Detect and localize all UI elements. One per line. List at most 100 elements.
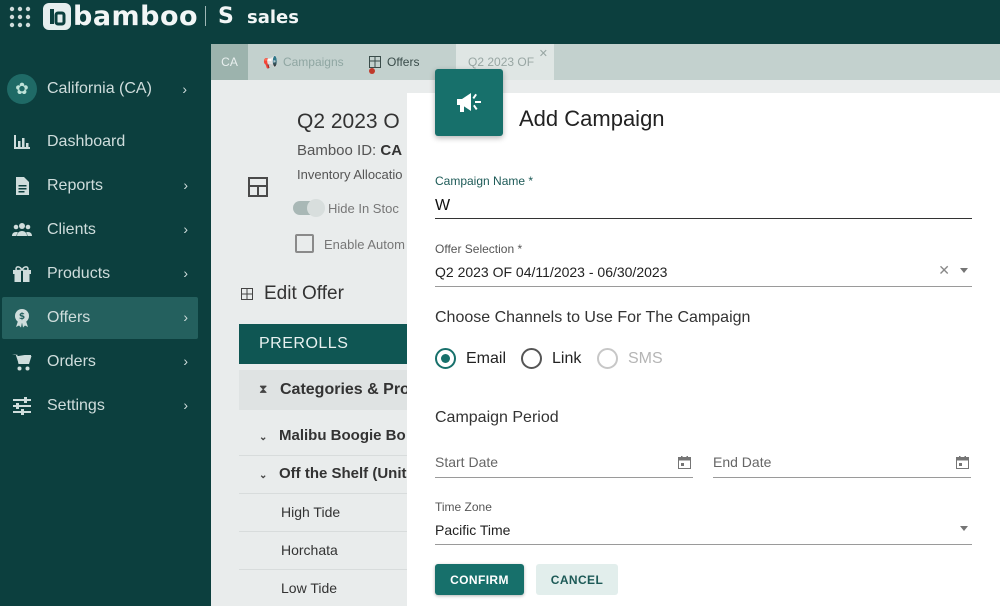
sidebar-item-label: Offers: [47, 309, 91, 326]
tab-label: Q2 2023 OF: [468, 55, 535, 69]
divider: [239, 569, 407, 570]
end-date-field[interactable]: End Date: [713, 448, 971, 478]
bamboo-id: Bamboo ID: CA: [297, 142, 402, 159]
brand-name: bamboo: [73, 1, 199, 32]
cart-icon: [12, 354, 32, 371]
list-item-label: Malibu Boogie Bo: [279, 427, 406, 444]
radio-label: Email: [466, 350, 507, 367]
state-label: California (CA): [47, 80, 152, 97]
bamboo-id-label: Bamboo ID:: [297, 142, 377, 159]
start-date-field[interactable]: Start Date: [435, 448, 693, 478]
offer-grid-icon: [248, 177, 268, 197]
list-item-label: Off the Shelf (Units: [279, 465, 407, 482]
sidebar-item-products[interactable]: Products ›: [2, 253, 198, 295]
channel-link-radio[interactable]: Link: [521, 347, 591, 371]
edit-offer-heading: Edit Offer: [264, 283, 344, 304]
chevron-right-icon: ›: [183, 353, 188, 369]
sidebar-item-offers[interactable]: $ Offers ›: [2, 297, 198, 339]
chevron-right-icon: ›: [183, 221, 188, 237]
megaphone-icon: 📢: [263, 55, 278, 69]
sliders-icon: [13, 397, 31, 415]
sidebar-item-reports[interactable]: Reports ›: [2, 165, 198, 207]
clear-icon[interactable]: ✕: [938, 262, 950, 279]
offer-badge-icon: $: [15, 309, 29, 328]
radio-disabled-icon: [597, 348, 618, 369]
sidebar-item-orders[interactable]: Orders ›: [2, 341, 198, 383]
dialog-title: Add Campaign: [519, 106, 665, 131]
sidebar-item-dashboard[interactable]: Dashboard: [2, 121, 198, 163]
hide-in-stock-label: Hide In Stoc: [328, 201, 399, 216]
list-item[interactable]: Low Tide: [281, 580, 337, 596]
radio-selected-icon: [435, 348, 456, 369]
app-grid-icon[interactable]: [9, 6, 31, 28]
calendar-icon[interactable]: [678, 456, 691, 469]
categories-label: Categories & Pro: [280, 381, 407, 398]
close-tab-icon[interactable]: ✕: [539, 47, 548, 60]
chevron-right-icon: ›: [183, 177, 188, 193]
caret-down-icon: [960, 526, 968, 531]
confirm-button[interactable]: CONFIRM: [435, 564, 524, 595]
sidebar-item-label: Reports: [47, 177, 104, 194]
campaign-name-input[interactable]: [435, 193, 972, 219]
divider: [239, 493, 407, 494]
state-selector[interactable]: ✿ California (CA) ›: [0, 72, 211, 106]
tab-offers[interactable]: Offers: [369, 44, 419, 80]
divider: [239, 531, 407, 532]
hide-in-stock-toggle[interactable]: [293, 199, 325, 217]
channels-heading: Choose Channels to Use For The Campaign: [435, 309, 751, 326]
top-bar: bamboo S sales: [0, 0, 1000, 44]
calendar-icon[interactable]: [956, 456, 969, 469]
add-campaign-dialog: Add Campaign Campaign Name * Offer Selec…: [407, 69, 1000, 606]
offer-selection-label: Offer Selection *: [435, 242, 523, 256]
people-icon: [12, 223, 32, 236]
divider: [239, 455, 407, 456]
caret-down-icon: [960, 268, 968, 273]
categories-header[interactable]: ⧗ Categories & Pro: [239, 370, 407, 410]
chevron-right-icon: ›: [183, 397, 188, 413]
brand-separator: [205, 6, 206, 26]
prerolls-section[interactable]: PREROLLS: [239, 324, 407, 364]
enable-auto-checkbox[interactable]: [295, 234, 314, 253]
radio-label: SMS: [628, 350, 663, 367]
tab-label: Campaigns: [282, 55, 344, 69]
tab-state[interactable]: CA: [211, 44, 248, 80]
list-item[interactable]: Horchata: [281, 542, 338, 558]
time-zone-value: Pacific Time: [435, 522, 511, 538]
list-item[interactable]: ⌄ Malibu Boogie Bo: [239, 427, 407, 444]
chevron-right-icon: ›: [183, 265, 188, 281]
cancel-button[interactable]: CANCEL: [536, 564, 618, 595]
campaign-name-label: Campaign Name *: [435, 174, 534, 188]
cannabis-leaf-icon: ✿: [7, 74, 37, 104]
gift-icon: [13, 266, 31, 282]
time-zone-label: Time Zone: [435, 500, 492, 514]
list-item[interactable]: ⌄ Off the Shelf (Units: [239, 465, 407, 482]
chevron-down-icon: ⌄: [259, 470, 268, 481]
document-icon: [16, 177, 29, 195]
time-zone-select[interactable]: Pacific Time: [435, 517, 972, 545]
sales-logo-letter: S: [218, 4, 234, 29]
campaign-period-heading: Campaign Period: [435, 409, 559, 426]
megaphone-icon: [435, 69, 503, 136]
start-date-placeholder: Start Date: [435, 454, 499, 470]
sidebar-item-label: Products: [47, 265, 111, 282]
offer-selection-select[interactable]: Q2 2023 OF 04/11/2023 - 06/30/2023 ✕: [435, 259, 972, 287]
offer-selection-value: Q2 2023 OF 04/11/2023 - 06/30/2023: [435, 264, 668, 280]
tab-campaigns[interactable]: 📢 Campaigns: [263, 44, 344, 80]
inventory-allocation: Inventory Allocatio: [297, 167, 403, 182]
sidebar-item-label: Clients: [47, 221, 96, 238]
sidebar-item-settings[interactable]: Settings ›: [2, 385, 198, 427]
sidebar-item-label: Settings: [47, 397, 105, 414]
unsaved-dot: [369, 68, 375, 74]
offer-page-background: Q2 2023 O Bamboo ID: CA Inventory Alloca…: [211, 80, 407, 606]
svg-text:$: $: [19, 312, 25, 322]
bar-chart-icon: [14, 135, 30, 149]
sidebar-item-clients[interactable]: Clients ›: [2, 209, 198, 251]
list-item[interactable]: High Tide: [281, 504, 340, 520]
product-name: sales: [247, 7, 299, 28]
channel-email-radio[interactable]: Email: [435, 347, 510, 371]
collapse-icon: ⧗: [259, 382, 268, 396]
offer-title: Q2 2023 O: [297, 110, 400, 133]
channel-sms-radio: SMS: [597, 347, 667, 371]
sidebar-item-label: Dashboard: [47, 133, 126, 150]
radio-label: Link: [552, 350, 582, 367]
